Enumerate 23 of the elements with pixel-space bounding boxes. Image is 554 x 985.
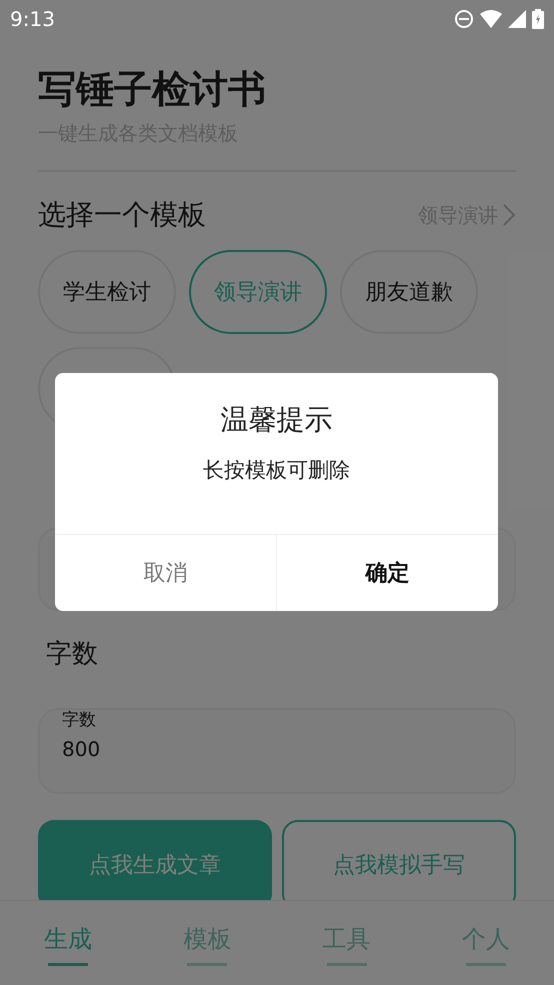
template-chip[interactable]: 朋友道歉 (340, 250, 478, 334)
field-value: 800 (62, 737, 100, 761)
word-count-field[interactable]: 字数 800 (38, 708, 516, 794)
chevron-right-icon[interactable] (502, 203, 516, 227)
wifi-icon (480, 10, 502, 28)
dialog-message: 长按模板可删除 (203, 457, 350, 484)
field-label: 字数 (62, 710, 96, 730)
signal-icon (508, 10, 526, 28)
nav-tab[interactable]: 工具 (310, 921, 383, 967)
dialog-button[interactable]: 取消 (55, 535, 276, 611)
section-title: 选择一个模板 (38, 197, 206, 233)
app-title: 写锤子检讨书 (38, 66, 267, 113)
do-not-disturb-icon (454, 9, 474, 29)
dialog-title: 温馨提示 (220, 402, 332, 438)
dialog-button[interactable]: 确定 (276, 535, 498, 611)
status-time: 9:13 (10, 6, 55, 33)
nav-tab[interactable]: 模板 (171, 921, 244, 967)
template-chip[interactable]: 领导演讲 (189, 250, 327, 334)
nav-tab[interactable]: 个人 (450, 921, 522, 967)
nav-tab[interactable]: 生成 (32, 921, 104, 967)
battery-icon (532, 9, 544, 29)
template-chip[interactable]: 学生检讨 (38, 250, 176, 334)
word-count-label: 字数 (46, 638, 99, 671)
